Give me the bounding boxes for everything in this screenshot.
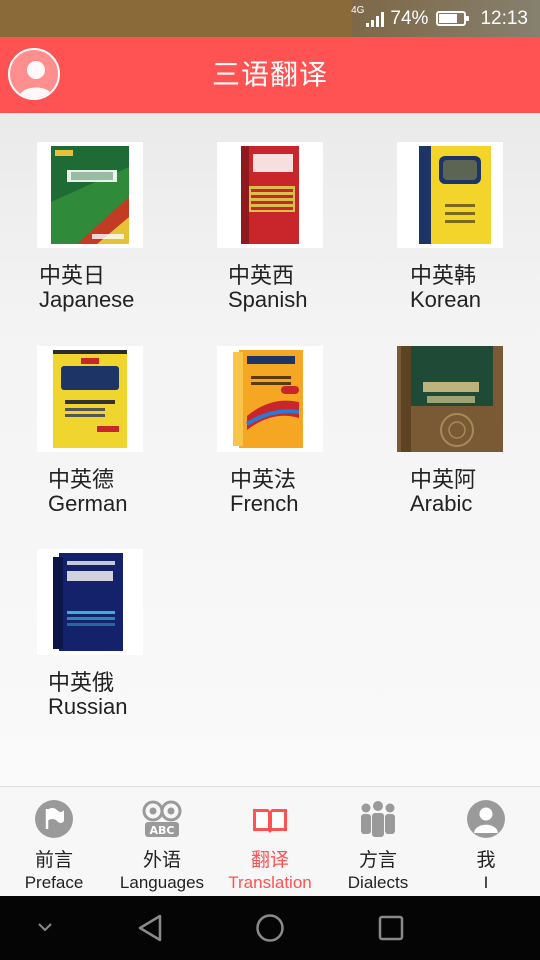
chevron-down-icon[interactable] [36,920,54,934]
tab-label-cn: 我 [476,849,496,871]
book-label-cn: 中英俄 [48,670,115,695]
flag-icon [35,800,73,838]
network-type: 4G [351,5,365,16]
spanish-dictionary-cover [217,142,323,248]
german-dictionary-cover [37,346,143,452]
book-label-cn: 中英法 [230,467,297,492]
tab-languages[interactable]: ABC 外语 Languages [108,787,216,897]
abc-owl-icon: ABC [142,800,182,837]
russian-dictionary-cover [37,549,143,655]
open-book-icon [253,809,287,833]
tab-label-en: I [483,873,489,892]
page-title: 三语翻译 [211,58,328,91]
app-header: 三语翻译 [0,37,540,113]
recents-icon[interactable] [377,914,405,942]
book-label-en: French [230,491,299,516]
book-label-en: Arabic [410,491,473,516]
tab-preface[interactable]: 前言 Preface [0,787,108,897]
home-icon[interactable] [255,913,285,943]
dictionary-grid: 中英日 Japanese 中英西 Spanish 中英韩 Korean 中英德 … [0,113,540,786]
book-label-en: Spanish [228,287,308,312]
tab-me[interactable]: 我 I [432,787,540,897]
svg-text:ABC: ABC [150,824,175,837]
book-label-cn: 中英日 [39,263,106,288]
battery-icon [436,11,470,26]
tab-translation[interactable]: 翻译 Translation [216,787,324,897]
book-label-cn: 中英西 [228,263,295,288]
japanese-dictionary-cover [37,142,143,248]
book-label-en: Japanese [39,287,135,312]
status-bar-background [0,0,352,37]
clock: 12:13 [480,7,528,29]
status-icons: 4G 74% 12:13 [351,0,528,37]
book-label-cn: 中英韩 [410,263,477,288]
battery-level [439,14,458,23]
korean-dictionary-cover [397,142,503,248]
book-label-cn: 中英阿 [410,467,477,492]
status-bar: 4G 74% 12:13 [0,0,540,37]
french-dictionary-cover [217,346,323,452]
battery-percent: 74% [390,7,429,29]
tab-label-cn: 外语 [142,849,181,871]
system-nav-bar [0,896,540,960]
book-label-en: Russian [48,694,128,719]
bottom-nav: 前言 Preface ABC 外语 Languages 翻译 Translati… [0,786,540,896]
signal-icon [366,11,385,27]
back-icon[interactable] [136,913,164,943]
user-icon [467,800,505,838]
tab-label-cn: 前言 [34,849,73,871]
book-label-en: Korean [410,287,481,312]
tab-label-cn: 方言 [358,849,397,871]
tab-label-cn: 翻译 [250,849,289,871]
people-icon [361,801,395,837]
book-label-cn: 中英德 [48,467,115,492]
book-label-en: German [48,491,128,516]
tab-dialects[interactable]: 方言 Dialects [324,787,432,897]
arabic-dictionary-cover [397,346,503,452]
